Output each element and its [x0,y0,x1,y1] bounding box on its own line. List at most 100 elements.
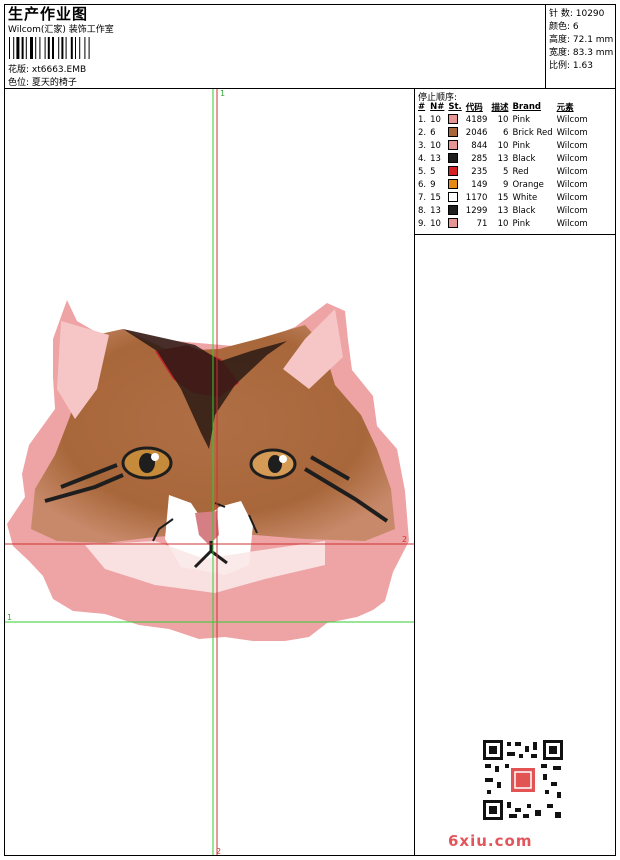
cell-needle: 6 [430,127,436,138]
col-needle: N# [430,102,445,112]
cell-needle: 9 [430,179,436,190]
cell-swatch [446,139,463,152]
cell-code: 10 [497,140,509,151]
cell-swatch [446,126,463,139]
cell-needle: 15 [430,192,441,203]
guide-label-top: 1 [220,89,225,98]
cell-description: Black [512,153,536,164]
cell-stitches: 1170 [465,192,488,203]
color-sequence-table: # N# St. 代码 描述 Brand 元素 1. 10 4189 10 Pink Wi… [416,101,590,230]
col-description: 描述 [491,103,509,113]
table-row: 9. 10 71 10 Pink Wilcom [416,217,590,230]
cell-description: Pink [512,114,531,125]
cell-needle: 5 [430,166,436,177]
color-swatch [448,153,459,164]
cell-brand: Wilcom [556,218,588,229]
cell-needle: 10 [430,114,441,125]
cell-needle: 13 [430,153,441,164]
palette-bottom-line [414,234,616,235]
col-element: 元素 [556,103,574,113]
col-seq: # [418,102,426,112]
cell-brand: Wilcom [556,127,588,138]
cell-seq: 9. [418,218,427,229]
cell-seq: 4. [418,153,427,164]
cell-seq: 1. [418,114,427,125]
table-row: 5. 5 235 5 Red Wilcom [416,165,590,178]
color-swatch [448,192,459,203]
design-file: 花版: xt6663.EMB [8,65,87,75]
cell-swatch [446,113,463,126]
color-swatch [448,114,459,125]
cell-swatch [446,178,463,191]
cell-description: Pink [512,218,531,229]
cell-brand: Wilcom [556,205,588,216]
cell-description: Pink [512,140,531,151]
guide-label-left: 1 [7,613,12,622]
design-height: 高度: 72.1 mm [549,35,614,45]
stats-divider [545,4,546,88]
color-swatch [448,140,459,151]
table-row: 8. 13 1299 13 Black Wilcom [416,204,590,217]
table-header-row: # N# St. 代码 描述 Brand 元素 [416,101,590,113]
panel-divider [414,88,415,856]
cell-needle: 10 [430,140,441,151]
table-row: 1. 10 4189 10 Pink Wilcom [416,113,590,126]
cell-stitches: 285 [471,153,488,164]
cell-code: 6 [503,127,509,138]
cell-needle: 13 [430,205,441,216]
cell-seq: 6. [418,179,427,190]
color-swatch [448,179,459,190]
cell-seq: 2. [418,127,427,138]
cell-description: Red [512,166,529,177]
cell-stitches: 844 [471,140,488,151]
cell-code: 10 [497,114,509,125]
color-swatch [448,218,459,229]
cell-brand: Wilcom [556,179,588,190]
guide-label-right: 2 [402,535,407,544]
cell-stitches: 149 [471,179,488,190]
table-row: 2. 6 2046 6 Brick Red Wilcom [416,126,590,139]
cell-stitches: 1299 [465,205,488,216]
watermark-site: 6xiu.com [448,832,533,850]
qr-code [481,738,565,822]
cell-code: 10 [497,218,509,229]
colorway: 色位: 夏天的椅子 [8,78,77,88]
table-row: 3. 10 844 10 Pink Wilcom [416,139,590,152]
cell-stitches: 4189 [465,114,488,125]
color-swatch [448,166,459,177]
cell-code: 5 [503,166,509,177]
page-title: 生产作业图 [8,5,89,23]
cell-brand: Wilcom [556,166,588,177]
cell-seq: 5. [418,166,427,177]
table-row: 6. 9 149 9 Orange Wilcom [416,178,590,191]
cell-swatch [446,204,463,217]
barcode [9,37,90,59]
cell-description: Brick Red [512,127,553,138]
design-scale: 比例: 1.63 [549,61,593,71]
embroidery-preview: 1 2 1 2 [5,89,414,855]
col-brand: Brand [512,102,541,112]
cell-seq: 7. [418,192,427,203]
cell-swatch [446,165,463,178]
cell-stitches: 235 [471,166,488,177]
cell-brand: Wilcom [556,114,588,125]
cell-seq: 3. [418,140,427,151]
design-width: 宽度: 83.3 mm [549,48,614,58]
cell-code: 13 [497,205,509,216]
stitch-count: 针 数: 10290 [549,9,605,19]
cell-brand: Wilcom [556,192,588,203]
cell-brand: Wilcom [556,140,588,151]
cell-stitches: 71 [476,218,488,229]
cell-description: White [512,192,538,203]
color-swatch [448,205,459,216]
cell-description: Orange [512,179,544,190]
cell-swatch [446,191,463,204]
cell-description: Black [512,205,536,216]
cell-swatch [446,217,463,230]
company-name: Wilcom(汇家) 装饰工作室 [8,25,114,35]
color-count: 颜色: 6 [549,22,579,32]
cell-code: 15 [497,192,509,203]
cell-brand: Wilcom [556,153,588,164]
table-row: 4. 13 285 13 Black Wilcom [416,152,590,165]
cell-code: 13 [497,153,509,164]
